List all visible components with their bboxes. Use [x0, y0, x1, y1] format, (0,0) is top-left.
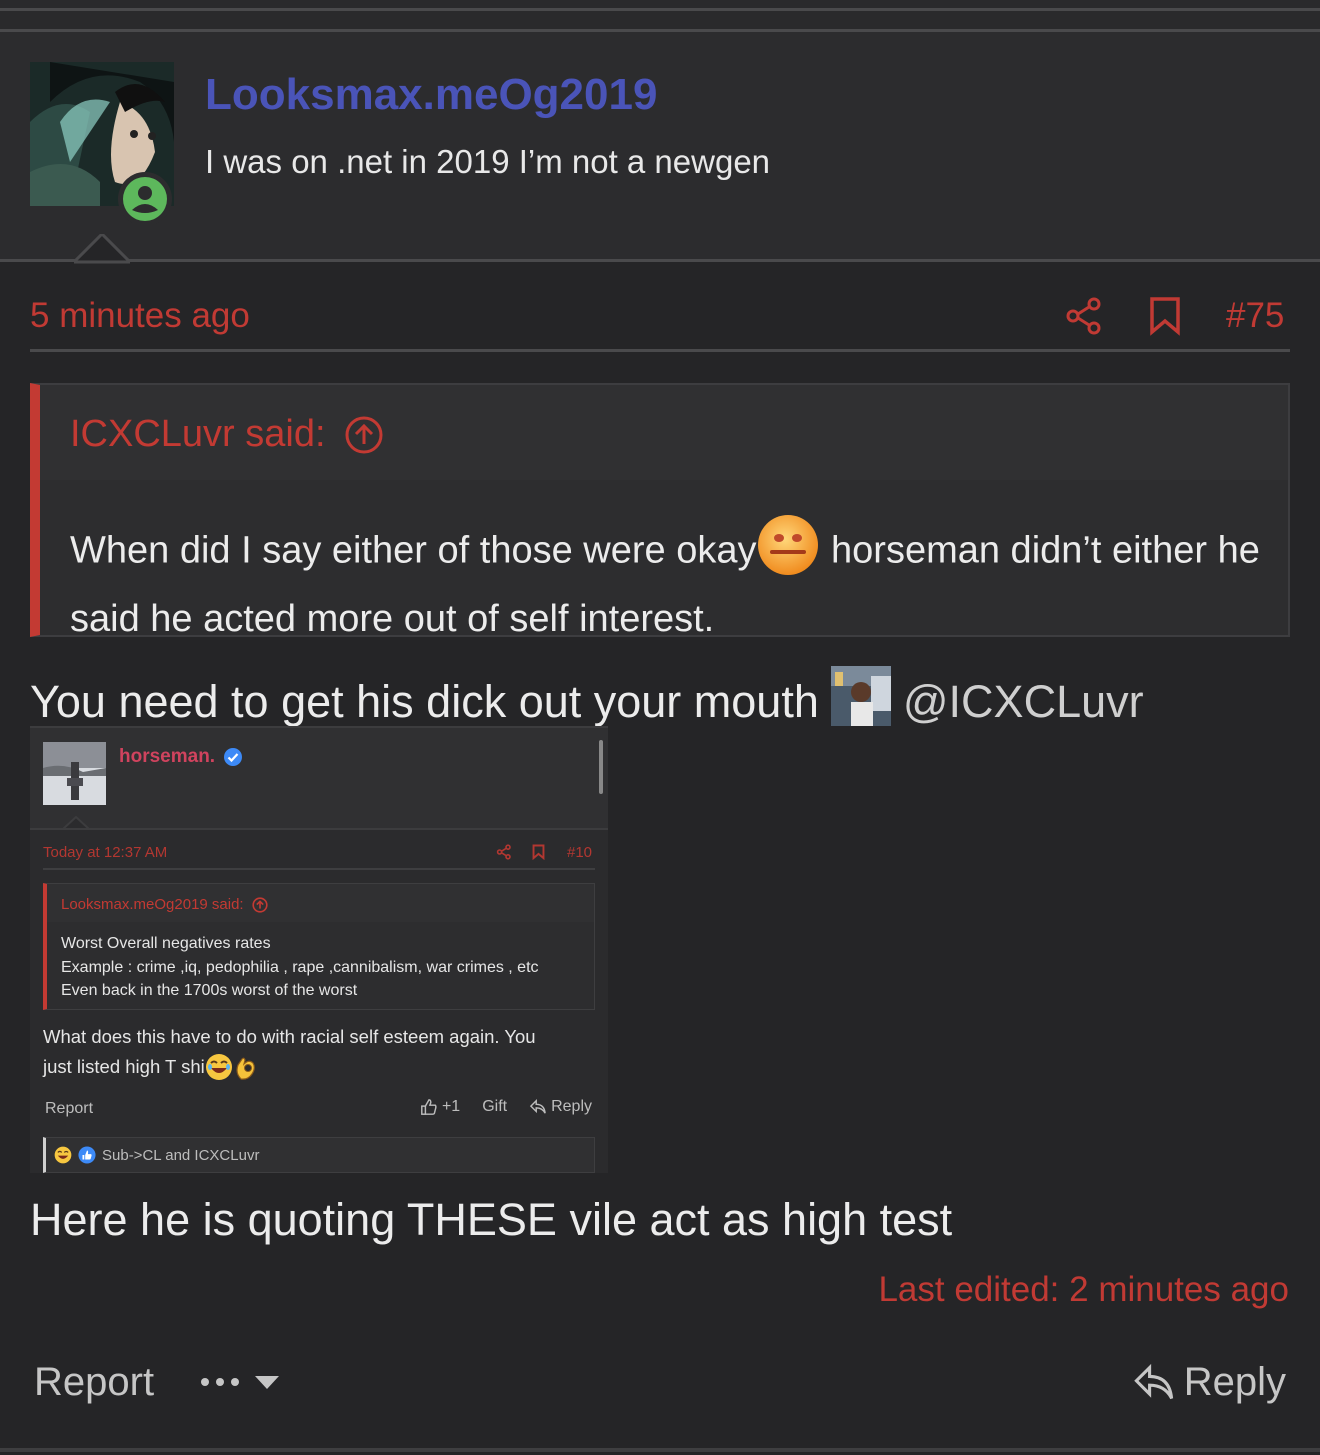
screenshot-quote-text: Worst Overall negatives rates Example : …	[61, 932, 539, 1003]
post-body-line2: Here he is quoting THESE vile act as hig…	[30, 1194, 953, 1245]
screenshot-body-line2: just listed high T shi	[43, 1052, 595, 1082]
screenshot-actions: +1 Gift Reply	[420, 1098, 592, 1116]
more-dots-icon	[201, 1378, 239, 1386]
screenshot-like-action: +1	[420, 1098, 460, 1116]
bottom-divider	[0, 1448, 1320, 1452]
quote-author-label: ICXCLuvr said:	[70, 413, 326, 455]
quote-author[interactable]: ICXCLuvr said:	[70, 413, 384, 456]
online-status-icon	[118, 172, 172, 226]
screenshot-bookmark-icon	[532, 844, 545, 865]
quote-text: When did I say either of those were okay…	[70, 513, 1280, 646]
timestamp-divider	[30, 349, 1290, 352]
screenshot-body-line2-text: just listed high T shi	[43, 1056, 205, 1077]
quote-text-part1: When did I say either of those were okay	[70, 529, 757, 572]
screenshot-username: horseman.	[119, 746, 243, 768]
screenshot-avatar	[43, 742, 106, 805]
screenshot-quote-author: Looksmax.meOg2019 said:	[61, 896, 268, 913]
report-button[interactable]: Report	[34, 1360, 154, 1405]
quote-block: ICXCLuvr said: When did I say either of …	[30, 383, 1290, 640]
laughing-reaction-icon	[54, 1146, 72, 1164]
reply-arrow-icon	[529, 1099, 546, 1114]
laughing-emoji	[205, 1054, 232, 1080]
screenshot-like-count: +1	[441, 1098, 461, 1115]
screenshot-scrollbar	[599, 740, 603, 794]
embedded-screenshot: horseman. Today at 12:37 AM #10 Looksmax…	[30, 726, 608, 1173]
user-title: I was on .net in 2019 I’m not a newgen	[205, 143, 771, 180]
last-edited[interactable]: Last edited: 2 minutes ago	[878, 1270, 1289, 1310]
screenshot-reactions-text: Sub->CL and ICXCLuvr	[102, 1146, 260, 1164]
screenshot-body: What does this have to do with racial se…	[43, 1022, 595, 1082]
user-header-divider	[0, 259, 1320, 262]
reply-label: Reply	[1183, 1360, 1286, 1404]
more-options-button[interactable]	[200, 1374, 280, 1390]
verified-badge-icon	[224, 748, 243, 766]
bookmark-icon[interactable]	[1148, 296, 1182, 341]
ok-hand-emoji	[236, 1057, 255, 1080]
post-timestamp[interactable]: 5 minutes ago	[30, 296, 250, 336]
like-reaction-icon	[78, 1146, 96, 1164]
thumbs-up-icon	[421, 1099, 437, 1115]
share-icon[interactable]	[1064, 296, 1104, 341]
screenshot-quote-author-text: Looksmax.meOg2019 said:	[61, 896, 244, 913]
user-mention[interactable]: @ICXCLuvr	[903, 676, 1144, 728]
screenshot-username-text: horseman.	[119, 746, 216, 767]
screenshot-reply-action: Reply	[529, 1098, 592, 1116]
post-username[interactable]: Looksmax.meOg2019	[205, 70, 657, 120]
screenshot-gift-action: Gift	[482, 1098, 508, 1115]
screenshot-body-line1: What does this have to do with racial se…	[43, 1026, 536, 1047]
post-number[interactable]: #75	[1226, 296, 1284, 336]
sticker-image	[830, 666, 891, 737]
screenshot-user-header	[30, 726, 608, 830]
top-band	[0, 0, 1320, 30]
screenshot-timestamp: Today at 12:37 AM	[43, 844, 168, 861]
chevron-down-icon	[255, 1376, 279, 1389]
screenshot-caret	[60, 815, 92, 835]
screenshot-quote-line: Example : crime ,iq, pedophilia , rape ,…	[61, 958, 539, 976]
screenshot-divider	[43, 868, 595, 870]
cringe-emoji	[756, 513, 820, 592]
screenshot-quote-line: Worst Overall negatives rates	[61, 935, 271, 952]
screenshot-report-link: Report	[45, 1100, 94, 1117]
screenshot-post-number: #10	[567, 844, 593, 861]
post-body-text1: You need to get his dick out your mouth	[30, 675, 819, 727]
reply-button[interactable]: Reply	[1132, 1360, 1286, 1405]
screenshot-share-icon	[496, 844, 512, 865]
reply-arrow-icon	[1133, 1363, 1173, 1399]
arrow-up-circle-icon[interactable]	[344, 415, 384, 455]
screenshot-arrow-up-circle-icon	[252, 896, 268, 913]
screenshot-quote-block: Looksmax.meOg2019 said: Worst Overall ne…	[43, 883, 595, 1010]
screenshot-reply-label: Reply	[551, 1098, 592, 1115]
top-divider	[0, 8, 1320, 11]
screenshot-quote-line: Even back in the 1700s worst of the wors…	[61, 982, 358, 999]
screenshot-reactions-bar: Sub->CL and ICXCLuvr	[43, 1137, 595, 1173]
